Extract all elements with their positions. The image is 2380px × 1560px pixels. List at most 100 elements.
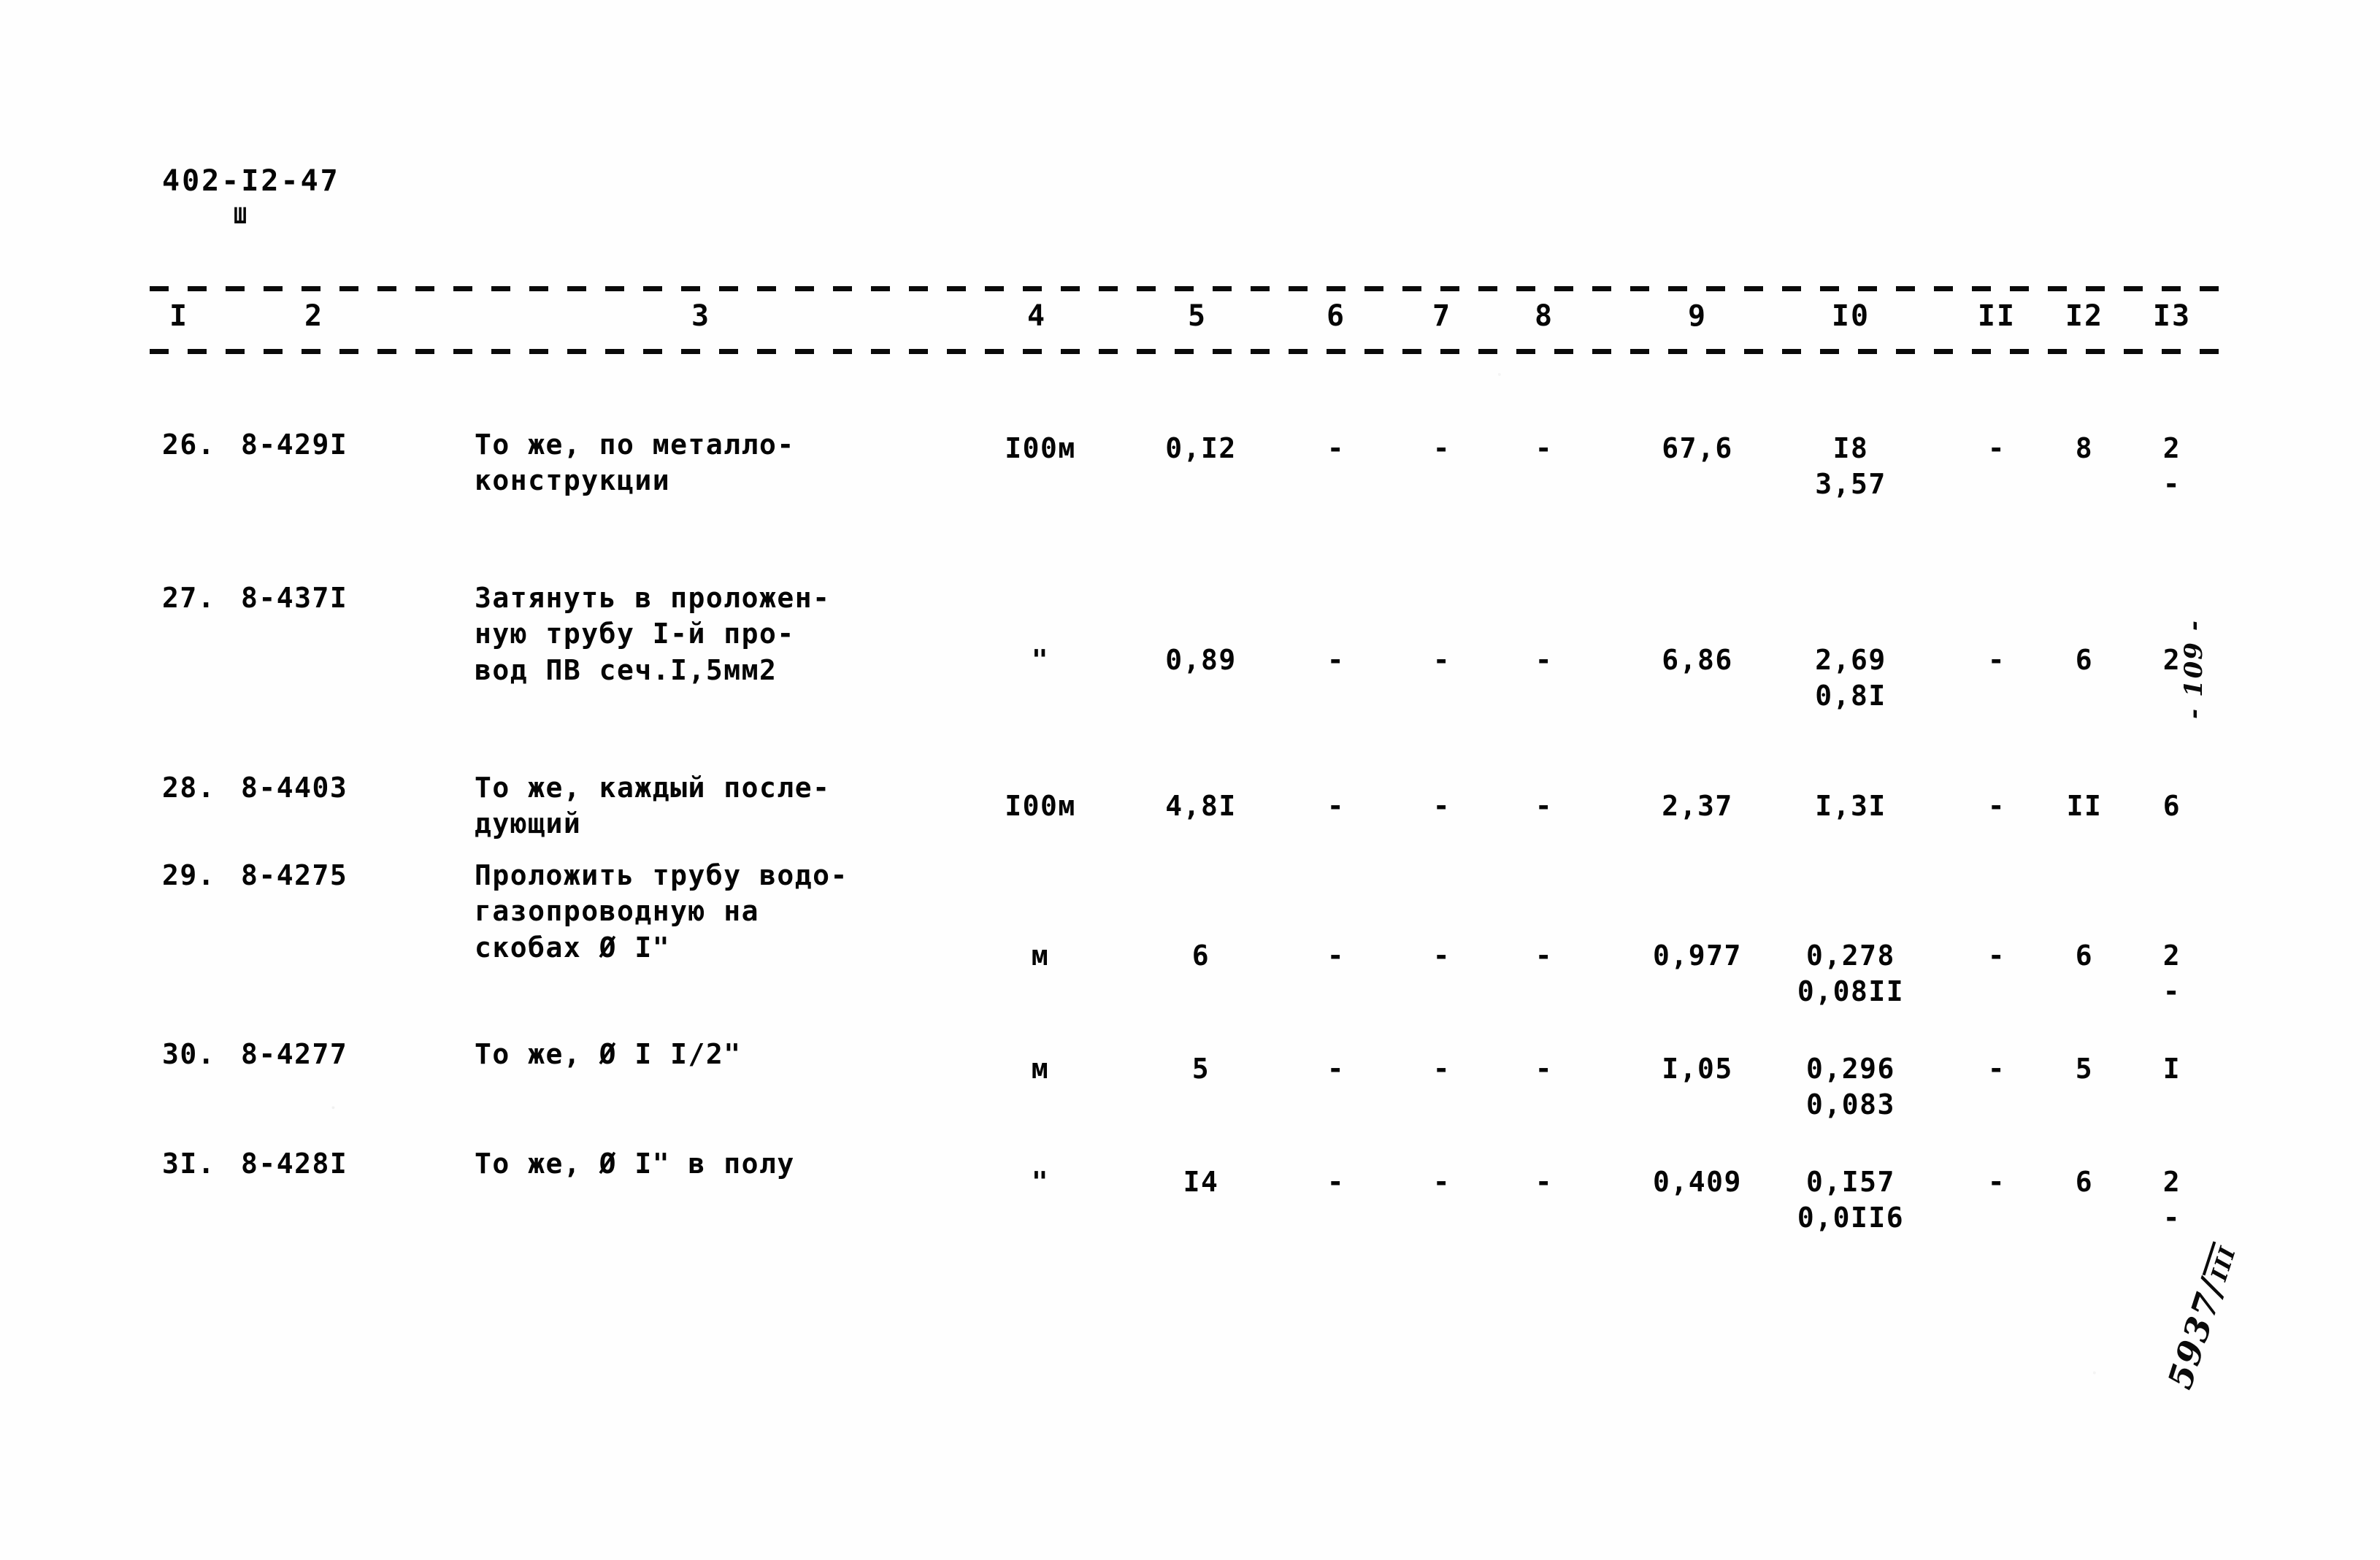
row-description: Проложить трубу водо- газопроводную на с… bbox=[475, 859, 848, 964]
row-col9: 0,977 bbox=[1653, 940, 1742, 972]
row-number: 29. bbox=[162, 859, 216, 891]
column-number-8: 8 bbox=[1534, 299, 1554, 333]
row-col9: I,05 bbox=[1662, 1053, 1733, 1085]
column-number-4: 4 bbox=[1026, 299, 1047, 333]
row-col7: - bbox=[1432, 940, 1451, 972]
row-code: 8-428I bbox=[241, 1148, 348, 1180]
row-col10-secondary: 0,08II bbox=[1797, 975, 1905, 1008]
column-number-6: 6 bbox=[1326, 299, 1346, 333]
table-column-number-row: I 2 3 4 5 6 7 8 9 I0 II I2 I3 bbox=[150, 301, 2234, 342]
row-description: То же, по металло- конструкции bbox=[475, 429, 795, 497]
row-col11: - bbox=[1987, 432, 2006, 464]
row-col13-secondary: - bbox=[2162, 975, 2181, 1008]
row-col7: - bbox=[1432, 1053, 1451, 1085]
row-col9: 6,86 bbox=[1662, 644, 1733, 676]
row-col6: - bbox=[1327, 940, 1346, 972]
row-col11: - bbox=[1987, 790, 2006, 822]
row-col10: 2,69 0,8I bbox=[1767, 642, 1935, 715]
row-col10-secondary: 0,0II6 bbox=[1797, 1202, 1905, 1234]
document-page: 402-I2-47 Ш I 2 3 4 5 6 7 8 9 I0 II I2 I3 26. 8-429I Т… bbox=[0, 0, 2380, 1560]
row-col13-secondary: - bbox=[2162, 468, 2181, 501]
row-col8: - bbox=[1535, 1053, 1554, 1085]
row-col6: - bbox=[1327, 644, 1346, 676]
row-col13: 2- bbox=[2132, 1164, 2212, 1237]
row-unit: I00м bbox=[1005, 790, 1076, 822]
row-col12: 8 bbox=[2075, 432, 2094, 464]
row-col7: - bbox=[1432, 1166, 1451, 1198]
row-code: 8-4275 bbox=[241, 859, 348, 891]
column-number-3: 3 bbox=[691, 299, 711, 333]
column-number-7: 7 bbox=[1432, 299, 1452, 333]
row-col8: - bbox=[1535, 940, 1554, 972]
row-description: То же, Ø I I/2" bbox=[475, 1038, 742, 1070]
row-col7: - bbox=[1432, 790, 1451, 822]
row-col11: - bbox=[1987, 940, 2006, 972]
row-col10-secondary: 0,8I bbox=[1815, 680, 1886, 712]
row-col13: 2- bbox=[2132, 431, 2212, 503]
column-number-2: 2 bbox=[304, 299, 324, 333]
row-number: 30. bbox=[162, 1038, 216, 1070]
column-number-5: 5 bbox=[1187, 299, 1208, 333]
row-col8: - bbox=[1535, 1166, 1554, 1198]
margin-archive-stamp: 5937/III bbox=[2160, 1239, 2244, 1394]
row-col13: 2- bbox=[2132, 938, 2212, 1010]
row-col5: 0,I2 bbox=[1165, 432, 1237, 464]
row-col8: - bbox=[1535, 790, 1554, 822]
row-col7: - bbox=[1432, 644, 1451, 676]
row-col8: - bbox=[1535, 644, 1554, 676]
row-col9: 0,409 bbox=[1653, 1166, 1742, 1198]
row-number: 26. bbox=[162, 429, 216, 461]
row-col9: 2,37 bbox=[1662, 790, 1733, 822]
row-description: То же, каждый после- дующий bbox=[475, 772, 831, 840]
row-unit: " bbox=[1031, 1166, 1050, 1198]
row-col5: I4 bbox=[1183, 1166, 1219, 1198]
row-col8: - bbox=[1535, 432, 1554, 464]
row-col11: - bbox=[1987, 1053, 2006, 1085]
margin-page-number: - 109 - bbox=[2179, 619, 2208, 719]
row-col5: 6 bbox=[1191, 940, 1210, 972]
row-code: 8-4403 bbox=[241, 772, 348, 804]
row-unit: I00м bbox=[1005, 432, 1076, 464]
column-number-13: I3 bbox=[2152, 299, 2192, 333]
row-code: 8-437I bbox=[241, 582, 348, 614]
document-code: 402-I2-47 bbox=[162, 164, 340, 198]
row-col5: 5 bbox=[1191, 1053, 1210, 1085]
row-col10: 0,296 0,083 bbox=[1767, 1051, 1935, 1123]
row-col5: 4,8I bbox=[1165, 790, 1237, 822]
column-number-12: I2 bbox=[2065, 299, 2104, 333]
row-unit: м bbox=[1031, 1053, 1050, 1085]
table-bottom-dashed-rule bbox=[150, 349, 2234, 354]
column-number-9: 9 bbox=[1687, 299, 1708, 333]
row-col6: - bbox=[1327, 1166, 1346, 1198]
row-unit: " bbox=[1031, 644, 1050, 676]
column-number-1: I bbox=[169, 299, 189, 333]
row-col10-secondary: 3,57 bbox=[1815, 468, 1886, 501]
row-col10: I,3I bbox=[1815, 790, 1886, 822]
column-number-10: I0 bbox=[1831, 299, 1870, 333]
archive-stamp-numerator: 5937/ bbox=[2160, 1274, 2233, 1394]
row-col10: 0,278 0,08II bbox=[1767, 938, 1935, 1010]
row-code: 8-4277 bbox=[241, 1038, 348, 1070]
row-col9: 67,6 bbox=[1662, 432, 1733, 464]
row-col6: - bbox=[1327, 432, 1346, 464]
row-number: 28. bbox=[162, 772, 216, 804]
row-col13-secondary: - bbox=[2162, 1202, 2181, 1234]
row-col11: - bbox=[1987, 644, 2006, 676]
row-col12: 6 bbox=[2075, 1166, 2094, 1198]
row-col12: 6 bbox=[2075, 644, 2094, 676]
row-number: 3I. bbox=[162, 1148, 216, 1180]
row-col13: 6 bbox=[2162, 790, 2181, 822]
table-top-dashed-rule bbox=[150, 286, 2234, 291]
row-col10: I8 3,57 bbox=[1767, 431, 1935, 503]
row-code: 8-429I bbox=[241, 429, 348, 461]
row-number: 27. bbox=[162, 582, 216, 614]
row-col6: - bbox=[1327, 1053, 1346, 1085]
row-col6: - bbox=[1327, 790, 1346, 822]
row-description: Затянуть в проложен- ную трубу I-й про- … bbox=[475, 582, 831, 686]
row-col12: 5 bbox=[2075, 1053, 2094, 1085]
row-col7: - bbox=[1432, 432, 1451, 464]
row-col13: I bbox=[2162, 1053, 2181, 1085]
row-col10-secondary: 0,083 bbox=[1806, 1088, 1895, 1121]
row-col5: 0,89 bbox=[1165, 644, 1237, 676]
document-code-sub: Ш bbox=[234, 204, 247, 229]
